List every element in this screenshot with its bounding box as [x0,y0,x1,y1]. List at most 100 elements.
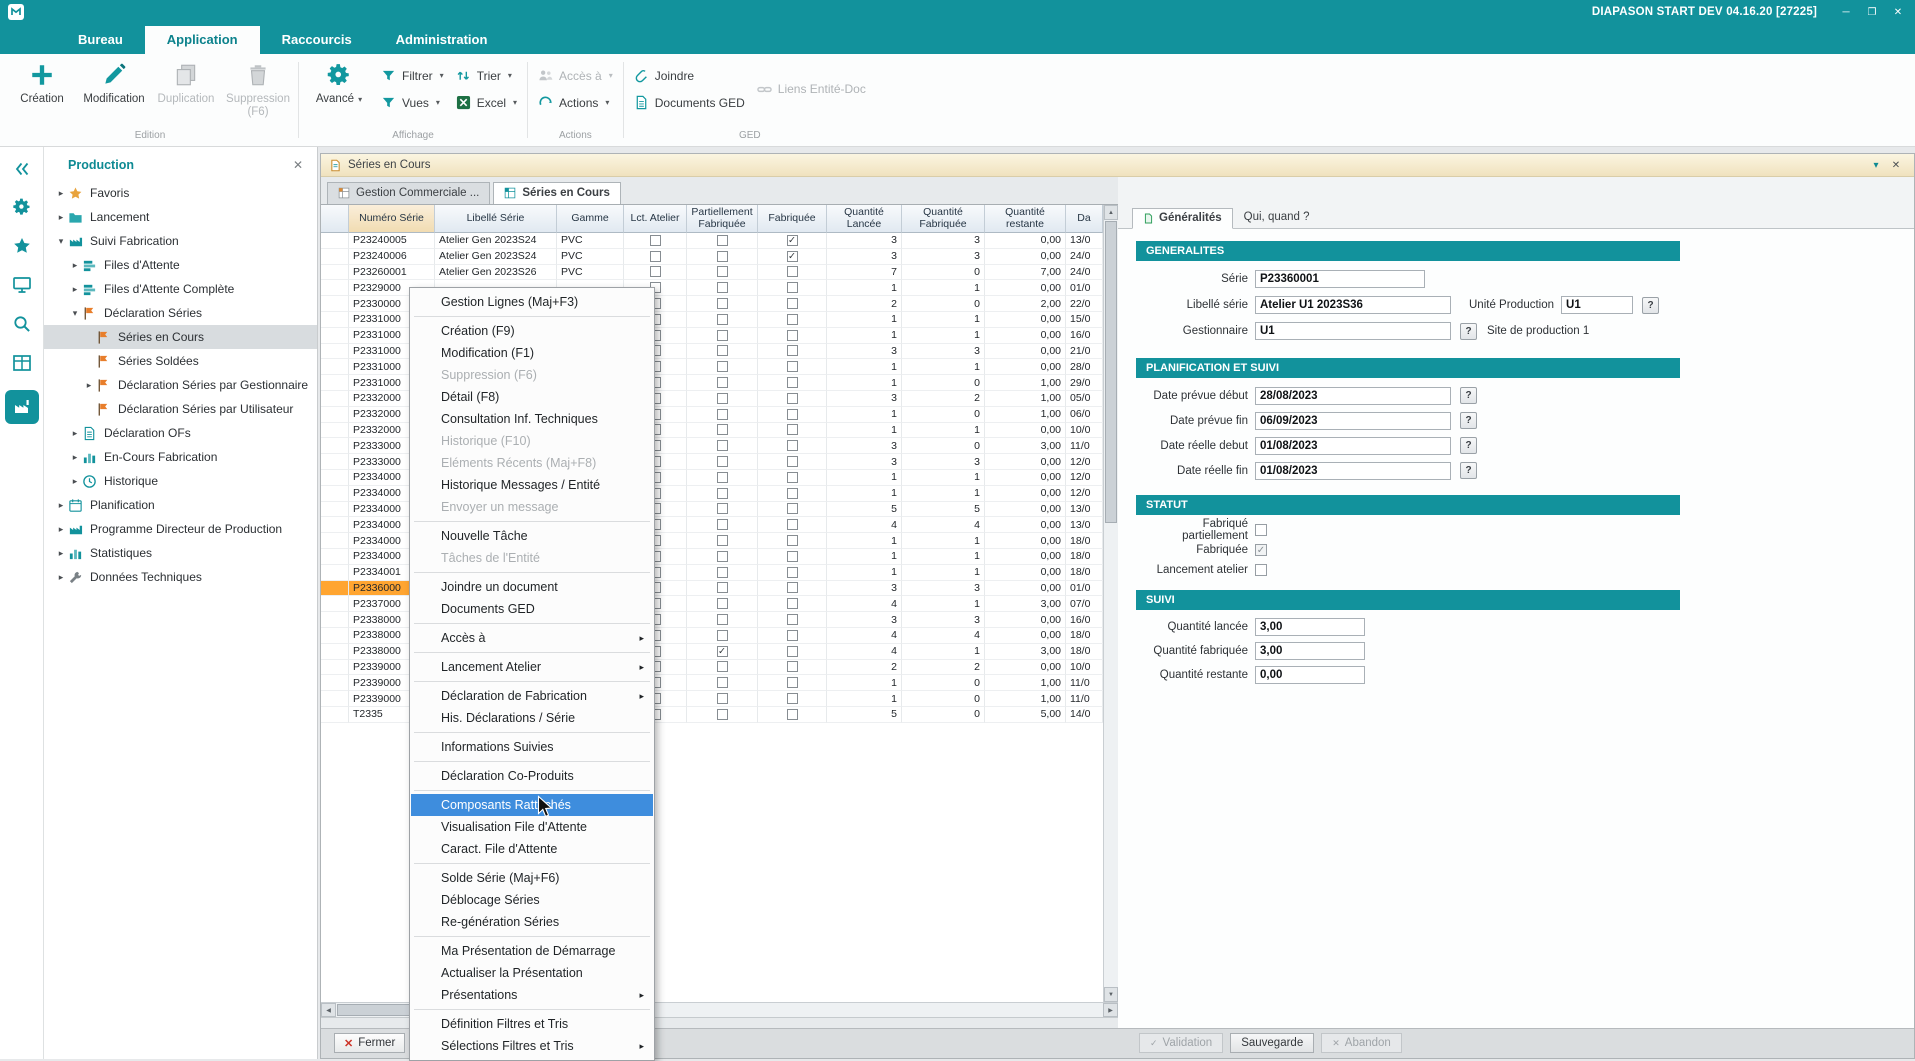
quantite-fabriquee-field[interactable]: 3,00 [1255,642,1365,660]
sidebar-item-favoris[interactable]: ▸Favoris [44,181,317,205]
table-row[interactable]: P23260001Atelier Gen 2023S26PVC707,0024/… [321,265,1103,281]
menu-item-gestion-lignes-maj-f3[interactable]: Gestion Lignes (Maj+F3) [411,291,653,313]
row-selector[interactable] [321,517,349,533]
sidebar-item-series-en-cours[interactable]: Séries en Cours [44,325,317,349]
menu-item-presentations[interactable]: Présentations▸ [411,984,653,1006]
checkbox[interactable] [787,409,798,420]
row-selector[interactable] [321,596,349,612]
modification-button[interactable]: Modification [78,54,150,130]
checkbox[interactable] [717,472,728,483]
checkbox[interactable] [717,519,728,530]
checkbox[interactable] [717,424,728,435]
date-prevue-debut-field[interactable]: 28/08/2023 [1255,387,1451,405]
row-selector[interactable] [321,265,349,281]
minimize-icon[interactable]: ─ [1833,0,1859,24]
checkbox[interactable] [787,282,798,293]
menu-item-joindre-un-document[interactable]: Joindre un document [411,576,653,598]
checkbox[interactable] [717,235,728,246]
sidebar-item-declaration-series[interactable]: ▾Déclaration Séries [44,301,317,325]
acces-a-button[interactable]: Accès à ▾ [538,68,613,83]
chevron-right-icon[interactable]: ▸ [54,548,68,559]
date-reelle-debut-field[interactable]: 01/08/2023 [1255,437,1451,455]
menu-item-lancement-atelier[interactable]: Lancement Atelier▸ [411,656,653,678]
checkbox[interactable] [787,582,798,593]
gestionnaire-field[interactable]: U1 [1255,322,1451,340]
checkbox[interactable] [717,409,728,420]
column-header-selector[interactable] [321,205,349,233]
sidebar-close-icon[interactable]: ✕ [293,158,303,172]
checkbox[interactable] [787,488,798,499]
row-selector[interactable] [321,423,349,439]
checkbox[interactable] [650,251,661,262]
row-selector[interactable] [321,391,349,407]
checkbox[interactable] [787,440,798,451]
checkbox[interactable] [787,472,798,483]
checkbox[interactable] [717,630,728,641]
chevron-right-icon[interactable]: ▸ [54,500,68,511]
sidebar-item-suivi-fabrication[interactable]: ▾Suivi Fabrication [44,229,317,253]
vues-button[interactable]: Vues ▾ [381,95,444,110]
settings-gear-icon[interactable] [12,197,32,217]
menu-item-solde-serie-maj-f6[interactable]: Solde Série (Maj+F6) [411,867,653,889]
checkbox[interactable] [650,235,661,246]
checkbox[interactable] [717,345,728,356]
sidebar-item-series-soldees[interactable]: Séries Soldées [44,349,317,373]
menu-item-envoyer-un-message[interactable]: Envoyer un message [411,496,653,518]
lancement-atelier-checkbox[interactable] [1255,564,1267,576]
fabrique-partiellement-checkbox[interactable] [1255,524,1267,536]
checkbox[interactable] [787,519,798,530]
checkbox[interactable] [787,598,798,609]
checkbox[interactable] [717,361,728,372]
checkbox[interactable] [787,693,798,704]
checkbox[interactable] [787,345,798,356]
help-button[interactable]: ? [1642,297,1659,314]
chevron-right-icon[interactable]: ▸ [68,284,82,295]
tab-generalites[interactable]: Généralités [1132,208,1233,229]
sidebar-item-files-d-attente[interactable]: ▸Files d'Attente [44,253,317,277]
checkbox[interactable] [717,677,728,688]
sidebar-item-statistiques[interactable]: ▸Statistiques [44,541,317,565]
scroll-up-icon[interactable]: ▲ [1104,205,1118,220]
checkbox[interactable] [717,567,728,578]
column-header-lct-atelier[interactable]: Lct. Atelier [624,205,687,233]
row-selector[interactable] [321,249,349,265]
chevron-down-icon[interactable]: ▾ [68,308,82,319]
column-header-quantite-lancee[interactable]: Quantité Lancée [827,205,902,233]
column-header-numero-serie[interactable]: Numéro Série [349,205,435,233]
validation-button[interactable]: ✓ Validation [1139,1033,1223,1053]
checkbox[interactable] [717,298,728,309]
column-header-gamme[interactable]: Gamme [557,205,624,233]
checkbox[interactable] [787,614,798,625]
checkbox[interactable]: ✓ [717,646,728,657]
menu-tab-bureau[interactable]: Bureau [56,26,145,54]
checkbox[interactable] [717,709,728,720]
row-selector[interactable] [321,502,349,518]
row-selector[interactable] [321,454,349,470]
menu-item-detail-f8[interactable]: Détail (F8) [411,386,653,408]
menu-item-deblocage-series[interactable]: Déblocage Séries [411,889,653,911]
menu-item-nouvelle-tache[interactable]: Nouvelle Tâche [411,525,653,547]
column-header-quantite-restante[interactable]: Quantité restante [985,205,1066,233]
menu-item-historique-messages-entite[interactable]: Historique Messages / Entité [411,474,653,496]
maximize-icon[interactable]: ❐ [1859,0,1885,24]
menu-item-declaration-de-fabrication[interactable]: Déclaration de Fabrication▸ [411,685,653,707]
sidebar-item-historique[interactable]: ▸Historique [44,469,317,493]
row-selector[interactable] [321,359,349,375]
row-selector[interactable] [321,549,349,565]
row-selector[interactable] [321,375,349,391]
checkbox[interactable] [787,456,798,467]
checkbox[interactable] [717,582,728,593]
checkbox[interactable] [787,567,798,578]
menu-item-selections-filtres-et-tris[interactable]: Sélections Filtres et Tris▸ [411,1035,653,1057]
menu-tab-administration[interactable]: Administration [374,26,510,54]
checkbox[interactable]: ✓ [787,235,798,246]
creation-button[interactable]: Création [6,54,78,130]
chevron-down-icon[interactable]: ▾ [1866,160,1886,171]
row-selector[interactable] [321,691,349,707]
menu-item-elements-recents-maj-f8[interactable]: Eléments Récents (Maj+F8) [411,452,653,474]
checkbox[interactable] [717,393,728,404]
chevron-right-icon[interactable]: ▸ [68,428,82,439]
collapse-sidebar-icon[interactable] [13,160,31,178]
checkbox[interactable] [717,266,728,277]
column-header-partiellement-fabriquee[interactable]: Partiellement Fabriquée [687,205,758,233]
